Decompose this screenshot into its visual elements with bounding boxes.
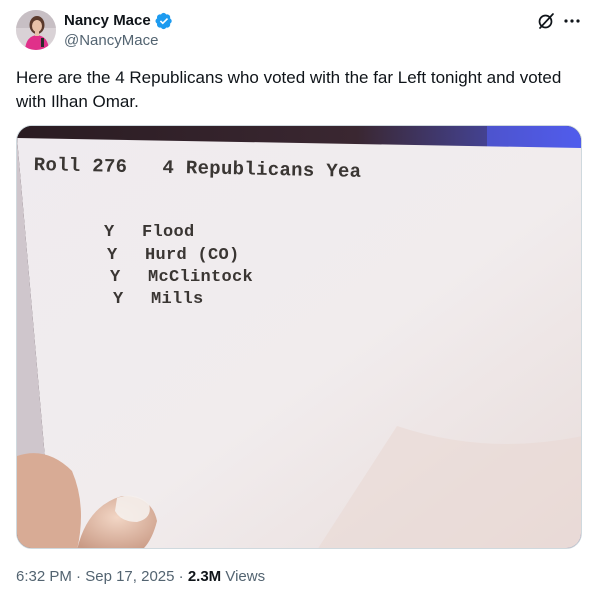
views-label: Views	[221, 568, 266, 585]
name-row: Nancy Mace	[64, 12, 173, 30]
tweet-date[interactable]: Sep 17, 2025	[85, 568, 174, 585]
roll-row-vote: Y	[113, 290, 124, 309]
tweet-photo[interactable]: Roll 276 4 Republicans Yea Y Flood Y Hurd …	[16, 125, 582, 549]
grok-icon[interactable]	[537, 12, 555, 30]
meta-separator: ·	[174, 568, 188, 585]
more-icon[interactable]	[562, 12, 582, 30]
roll-row-name: Mills	[151, 290, 204, 309]
photo-background	[17, 126, 581, 548]
avatar[interactable]	[16, 10, 56, 50]
verified-badge-icon[interactable]	[155, 12, 173, 30]
meta-separator: ·	[71, 568, 86, 585]
tweet-time[interactable]: 6:32 PM	[16, 568, 72, 585]
roll-row: Y Mills	[50, 271, 204, 328]
display-name[interactable]: Nancy Mace	[64, 12, 151, 30]
handle[interactable]: @NancyMace	[64, 32, 158, 50]
tweet: Nancy Mace @NancyMace Here are the 4 Rep…	[0, 0, 597, 603]
avatar-image	[16, 10, 56, 50]
tweet-text: Here are the 4 Republicans who voted wit…	[16, 68, 562, 111]
views-count[interactable]: 2.3M	[188, 568, 221, 585]
tweet-meta: 6:32 PM · Sep 17, 2025 · 2.3M Views	[16, 568, 265, 586]
